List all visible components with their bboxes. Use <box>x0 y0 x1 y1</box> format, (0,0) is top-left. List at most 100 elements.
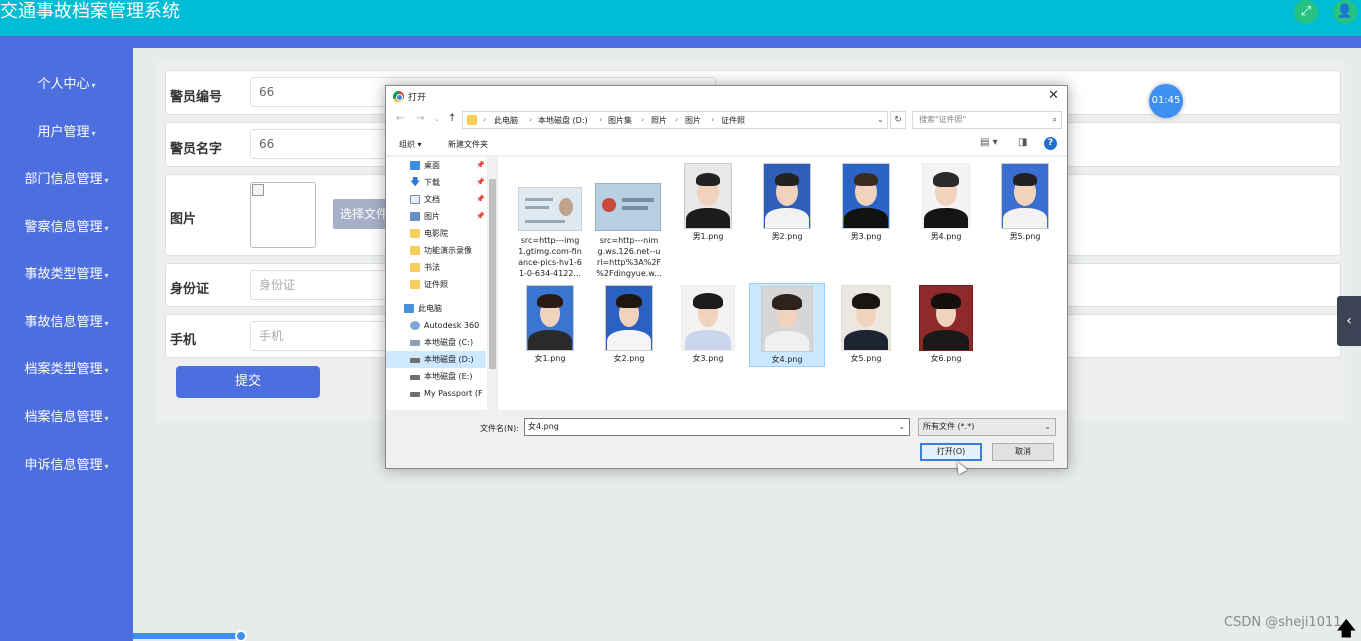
nav-item-autodesk[interactable]: Autodesk 360 <box>386 317 486 334</box>
breadcrumb-separator: › <box>529 115 533 124</box>
sidebar-item-accident-types[interactable]: 事故类型管理 ▾ <box>0 265 133 285</box>
sidebar-item-appeals[interactable]: 申诉信息管理 ▾ <box>0 456 133 476</box>
file-item[interactable]: 男5.png <box>987 159 1063 243</box>
file-item[interactable]: 女2.png <box>591 283 667 367</box>
file-item-selected[interactable]: 女4.png <box>749 283 825 367</box>
text-line <box>525 206 549 209</box>
chevron-down-icon: ▾ <box>104 271 109 280</box>
chevron-down-icon: ▾ <box>91 81 96 90</box>
forward-arrow-icon[interactable]: → <box>416 113 424 124</box>
breadcrumb-separator: › <box>599 115 603 124</box>
preview-pane-icon[interactable]: ◨ <box>1018 137 1027 148</box>
file-item[interactable]: 女1.png <box>512 283 588 367</box>
arrow-up-icon[interactable]: 🡅 <box>1336 618 1357 638</box>
file-name: 女1.png <box>534 354 566 363</box>
breadcrumb-item[interactable]: 本地磁盘 (D:) <box>538 115 588 126</box>
filename-input[interactable]: 女4.png ⌄ <box>524 418 910 436</box>
sidebar-item-personal-center[interactable]: 个人中心 ▾ <box>0 75 133 95</box>
nav-item-label: 书法 <box>424 263 440 272</box>
nav-item-drive-c[interactable]: 本地磁盘 (C:) <box>386 334 486 351</box>
chevron-left-icon: ‹ <box>1346 313 1352 329</box>
file-item[interactable]: 女3.png <box>670 283 746 367</box>
file-item[interactable]: 男2.png <box>749 159 825 243</box>
phone-label: 手机 <box>170 333 197 348</box>
hair-shape <box>772 294 802 310</box>
navigation-pane: 桌面 📌 🡇 下载 📌 文档 📌 图片 📌 电影院 功能演示录像 书法 证件照 此电脑 A… <box>386 157 498 410</box>
nav-item-folder[interactable]: 书法 <box>386 259 486 276</box>
breadcrumb-separator: › <box>483 115 487 124</box>
file-name: src=http---nim <box>599 236 659 245</box>
file-item[interactable]: 男1.png <box>670 159 746 243</box>
file-type-select[interactable]: 所有文件 (*.*) ⌄ <box>918 418 1056 436</box>
sidebar-item-departments[interactable]: 部门信息管理 ▾ <box>0 170 133 190</box>
fullscreen-icon[interactable]: ⤢ <box>1294 0 1318 24</box>
organize-button[interactable]: 组织 ▾ <box>399 139 422 150</box>
search-input[interactable]: 搜索"证件照" ⌕ <box>912 111 1062 129</box>
nav-item-drive-e[interactable]: 本地磁盘 (E:) <box>386 368 486 385</box>
slider-handle[interactable] <box>235 630 247 641</box>
sidebar-item-label: 部门信息管理 <box>24 172 103 187</box>
suit-shape <box>528 330 572 350</box>
nav-item-folder[interactable]: 证件照 <box>386 276 486 293</box>
search-icon: ⌕ <box>1052 115 1057 124</box>
nav-item-drive-f[interactable]: My Passport (F <box>386 385 486 402</box>
user-icon[interactable]: 👤 <box>1333 0 1357 24</box>
file-item[interactable]: src=http---img 1.gtimg.com-fin ance-pics… <box>512 163 588 281</box>
sidebar-item-archive-types[interactable]: 档案类型管理 ▾ <box>0 360 133 380</box>
cancel-button[interactable]: 取消 <box>992 443 1054 461</box>
emblem-icon <box>602 198 616 212</box>
photo-thumbnail <box>763 163 811 229</box>
hair-shape <box>537 294 563 308</box>
nav-item-downloads[interactable]: 🡇 下载 📌 <box>386 174 486 191</box>
nav-item-folder[interactable]: 功能演示录像 <box>386 242 486 259</box>
new-folder-button[interactable]: 新建文件夹 <box>448 139 488 150</box>
nav-item-folder[interactable]: 电影院 <box>386 225 486 242</box>
sidebar-item-accident-info[interactable]: 事故信息管理 ▾ <box>0 313 133 333</box>
nav-item-this-pc[interactable]: 此电脑 <box>386 300 486 317</box>
help-icon[interactable]: ? <box>1044 137 1057 150</box>
dialog-titlebar: 打开 ✕ <box>386 86 1067 108</box>
file-item[interactable]: 男3.png <box>828 159 904 243</box>
close-icon[interactable]: ✕ <box>1048 88 1059 103</box>
submit-button[interactable]: 提交 <box>176 366 320 398</box>
nav-item-desktop[interactable]: 桌面 📌 <box>386 157 486 174</box>
file-type-value: 所有文件 (*.*) <box>923 422 975 431</box>
collapse-panel-button[interactable]: ‹ <box>1337 296 1361 346</box>
scrollbar-thumb[interactable] <box>489 179 496 369</box>
file-list: src=http---img 1.gtimg.com-fin ance-pics… <box>498 157 1067 410</box>
address-row: ← → ⌄ ↑ › 此电脑 › 本地磁盘 (D:) › 图片集 › 照片 › 图… <box>386 108 1067 132</box>
refresh-button[interactable]: ↻ <box>890 111 906 129</box>
file-item[interactable]: 女5.png <box>828 283 904 367</box>
nav-item-pictures[interactable]: 图片 📌 <box>386 208 486 225</box>
file-item[interactable]: 女6.png <box>908 283 984 367</box>
open-button[interactable]: 打开(O) <box>920 443 982 461</box>
breadcrumb-item[interactable]: 图片 <box>685 115 701 126</box>
sidebar-item-police[interactable]: 警察信息管理 ▾ <box>0 218 133 238</box>
nav-item-label: 本地磁盘 (C:) <box>424 338 474 347</box>
address-bar[interactable]: › 此电脑 › 本地磁盘 (D:) › 图片集 › 照片 › 图片 › 证件照 … <box>462 111 888 129</box>
nav-item-drive-d[interactable]: 本地磁盘 (D:) <box>386 351 486 368</box>
back-arrow-icon[interactable]: ← <box>396 113 404 124</box>
up-arrow-icon[interactable]: ↑ <box>448 113 456 124</box>
file-item[interactable]: 男4.png <box>908 159 984 243</box>
recent-dropdown-icon[interactable]: ⌄ <box>434 115 440 123</box>
file-name: src=http---img <box>520 236 580 245</box>
address-dropdown-icon[interactable]: ⌄ <box>877 115 884 124</box>
app-header: 交通事故档案管理系统 ⤢ 👤 <box>0 0 1361 36</box>
file-item[interactable]: src=http---nim g.ws.126.net--u rl=http%3… <box>591 163 667 281</box>
choose-file-button[interactable]: 选择文件 <box>333 199 393 229</box>
breadcrumb-item[interactable]: 照片 <box>651 115 667 126</box>
nav-scrollbar[interactable] <box>487 157 498 410</box>
breadcrumb-item[interactable]: 此电脑 <box>494 115 518 126</box>
breadcrumb-item[interactable]: 证件照 <box>721 115 745 126</box>
breadcrumb-item[interactable]: 图片集 <box>608 115 632 126</box>
drive-icon <box>410 358 420 363</box>
view-options-icon[interactable]: ▤ ▾ <box>980 137 998 148</box>
sidebar-item-archive-info[interactable]: 档案信息管理 ▾ <box>0 408 133 428</box>
drive-icon <box>410 392 420 397</box>
nav-item-documents[interactable]: 文档 📌 <box>386 191 486 208</box>
file-name: rl=http%3A%2F <box>596 258 662 267</box>
chevron-down-icon[interactable]: ⌄ <box>898 419 905 435</box>
sidebar-item-label: 申诉信息管理 <box>24 458 103 473</box>
sidebar-item-users[interactable]: 用户管理 ▾ <box>0 123 133 143</box>
